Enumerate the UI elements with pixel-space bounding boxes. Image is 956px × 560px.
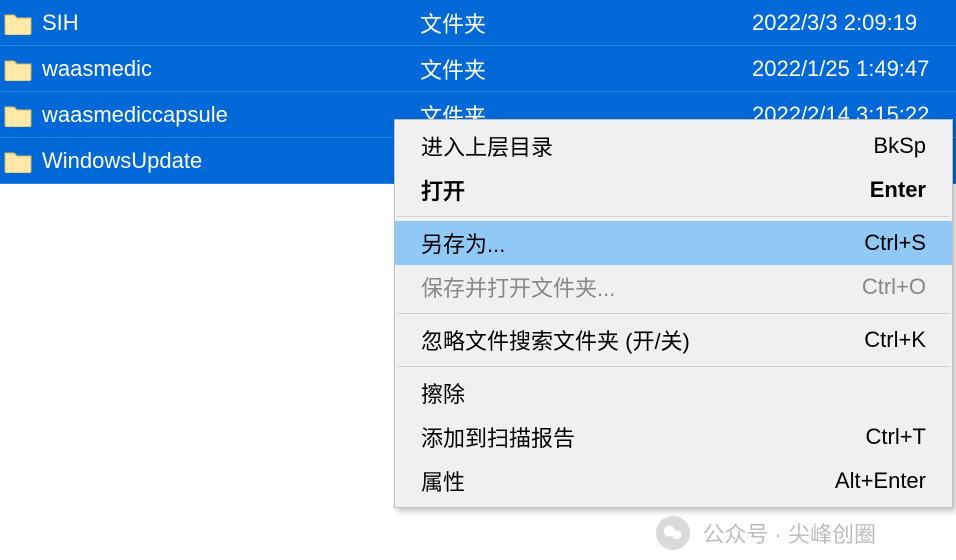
menu-item-save-as[interactable]: 另存为... Ctrl+S (395, 221, 952, 265)
wechat-icon (656, 516, 690, 550)
menu-item-shortcut: Ctrl+O (862, 274, 926, 300)
menu-item-label: 进入上层目录 (421, 130, 873, 162)
watermark-text: 公众号 · 尖峰创圈 (702, 517, 876, 549)
folder-icon (4, 103, 32, 127)
file-type: 文件夹 (420, 53, 752, 85)
context-menu: 进入上层目录 BkSp 打开 Enter 另存为... Ctrl+S 保存并打开… (394, 119, 953, 508)
menu-item-go-up[interactable]: 进入上层目录 BkSp (395, 124, 952, 168)
menu-item-label: 擦除 (421, 377, 926, 409)
menu-separator (397, 313, 950, 314)
menu-item-label: 保存并打开文件夹... (421, 271, 862, 303)
menu-item-open[interactable]: 打开 Enter (395, 168, 952, 212)
file-date: 2022/3/3 2:09:19 (752, 10, 952, 36)
folder-icon (4, 149, 32, 173)
menu-item-shortcut: Ctrl+K (864, 327, 926, 353)
menu-item-add-to-scan-report[interactable]: 添加到扫描报告 Ctrl+T (395, 415, 952, 459)
menu-item-label: 添加到扫描报告 (421, 421, 866, 453)
menu-item-shortcut: Ctrl+T (866, 424, 927, 450)
file-name: SIH (42, 10, 420, 36)
menu-item-label: 属性 (421, 465, 835, 497)
file-name: waasmediccapsule (42, 102, 420, 128)
menu-item-ignore-file-search-folder[interactable]: 忽略文件搜索文件夹 (开/关) Ctrl+K (395, 318, 952, 362)
file-name: waasmedic (42, 56, 420, 82)
menu-item-shortcut: Alt+Enter (835, 468, 926, 494)
menu-item-label: 打开 (421, 174, 870, 206)
menu-item-shortcut: Enter (870, 177, 926, 203)
file-row[interactable]: SIH 文件夹 2022/3/3 2:09:19 (0, 0, 956, 46)
file-row[interactable]: waasmedic 文件夹 2022/1/25 1:49:47 (0, 46, 956, 92)
menu-item-label: 另存为... (421, 227, 864, 259)
folder-icon (4, 11, 32, 35)
file-date: 2022/1/25 1:49:47 (752, 56, 952, 82)
menu-item-erase[interactable]: 擦除 (395, 371, 952, 415)
menu-item-label: 忽略文件搜索文件夹 (开/关) (421, 324, 864, 356)
watermark: 公众号 · 尖峰创圈 (656, 516, 876, 550)
file-type: 文件夹 (420, 7, 752, 39)
menu-item-shortcut: Ctrl+S (864, 230, 926, 256)
menu-item-shortcut: BkSp (873, 133, 926, 159)
menu-item-save-and-open-folder[interactable]: 保存并打开文件夹... Ctrl+O (395, 265, 952, 309)
folder-icon (4, 57, 32, 81)
menu-item-properties[interactable]: 属性 Alt+Enter (395, 459, 952, 503)
file-name: WindowsUpdate (42, 148, 420, 174)
menu-separator (397, 216, 950, 217)
menu-separator (397, 366, 950, 367)
